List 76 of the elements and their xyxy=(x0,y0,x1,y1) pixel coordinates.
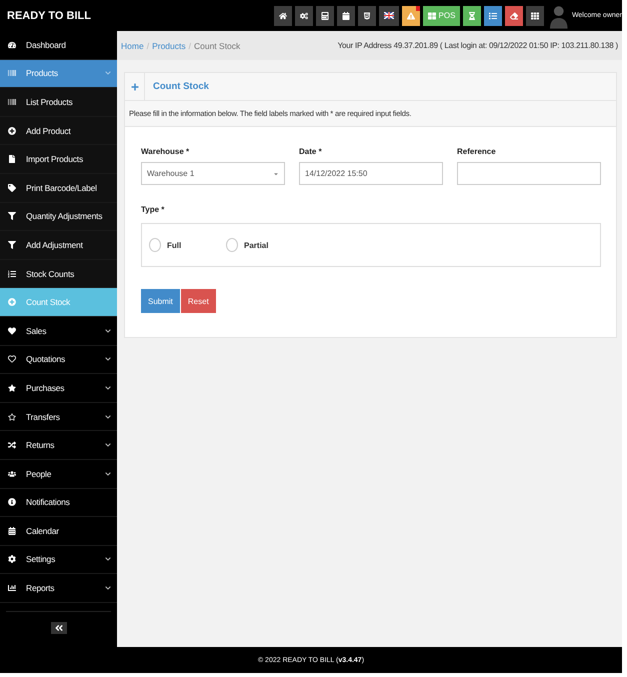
sidebar-item[interactable]: Stock Counts xyxy=(0,260,117,288)
calculator-icon xyxy=(320,12,329,20)
toolbar-button[interactable] xyxy=(484,6,502,26)
sidebar-item[interactable]: Add Product xyxy=(0,116,117,146)
barcode-icon xyxy=(8,69,16,78)
login-info: Your IP Address 49.37.201.89 ( Last login at: 09/12/2022 01:50 IP: 103.211.80.138 ) xyxy=(338,41,618,50)
collapse-icon[interactable] xyxy=(50,622,66,634)
list-icon xyxy=(8,270,16,278)
radio-option[interactable]: Full xyxy=(149,238,226,252)
file-icon xyxy=(8,155,16,164)
barcode-icon xyxy=(8,98,16,106)
hourglass-icon xyxy=(468,12,476,20)
toolbar-button[interactable] xyxy=(526,6,544,26)
users-icon xyxy=(8,470,16,478)
flag-icon xyxy=(384,12,394,19)
toolbar-button[interactable] xyxy=(505,6,524,26)
star-icon xyxy=(8,384,16,392)
toolbar-button[interactable] xyxy=(463,6,482,26)
calendar-icon xyxy=(342,12,350,20)
heart-outline-icon xyxy=(8,355,16,364)
submit-button[interactable]: Submit xyxy=(141,289,180,313)
breadcrumb-separator: / xyxy=(188,40,191,50)
toolbar-button[interactable] xyxy=(358,6,376,26)
radio-icon[interactable] xyxy=(226,238,238,252)
sidebar-item[interactable]: Notifications xyxy=(0,488,117,518)
heart-icon xyxy=(8,326,16,335)
grid-icon xyxy=(428,12,436,20)
field-label: Date * xyxy=(299,147,323,156)
sidebar-item[interactable]: Transfers xyxy=(0,402,117,432)
toolbar-button[interactable] xyxy=(316,6,334,26)
sidebar-item[interactable]: List Products xyxy=(0,88,117,117)
filter-icon xyxy=(8,240,16,249)
panel-title: Count Stock xyxy=(153,81,209,92)
radio-option[interactable]: Partial xyxy=(226,238,303,252)
shuffle-icon xyxy=(8,441,16,450)
eraser-icon xyxy=(510,12,518,20)
reset-button[interactable]: Reset xyxy=(180,289,216,313)
toolbar-button[interactable] xyxy=(274,6,292,26)
notification-badge xyxy=(416,6,420,10)
warehouse-select[interactable]: Warehouse 1 xyxy=(141,162,285,185)
tag-icon xyxy=(8,184,16,192)
sidebar-item[interactable]: Quantity Adjustments xyxy=(0,202,117,232)
input-field[interactable] xyxy=(457,162,601,185)
radio-icon[interactable] xyxy=(149,238,161,252)
sidebar-item[interactable]: Print Barcode/Label xyxy=(0,174,117,203)
sidebar-item[interactable]: Quotations xyxy=(0,346,117,374)
settings-icon xyxy=(8,555,16,564)
list-icon xyxy=(489,12,498,20)
grid-icon xyxy=(531,12,540,20)
sidebar-item[interactable]: Add Adjustment xyxy=(0,231,117,260)
field-label: Reference xyxy=(457,147,497,156)
star-outline-icon xyxy=(8,412,16,421)
field-label: Warehouse * xyxy=(141,147,190,156)
html5-icon xyxy=(362,12,371,20)
breadcrumb-current: Count Stock xyxy=(194,40,240,50)
sidebar-item[interactable]: Products xyxy=(0,60,117,88)
sidebar-item[interactable]: Settings xyxy=(0,546,117,574)
plus-icon xyxy=(130,82,138,90)
bar-chart-icon xyxy=(8,584,16,592)
filter-icon xyxy=(8,212,16,220)
brand-name: READY TO BILL xyxy=(7,10,92,22)
toolbar-button[interactable] xyxy=(378,6,399,26)
info-icon xyxy=(8,498,16,506)
caret-icon xyxy=(273,170,279,176)
toolbar-button[interactable] xyxy=(402,6,420,26)
home-icon xyxy=(278,12,287,20)
input-field[interactable]: 14/12/2022 15:50 xyxy=(299,162,443,185)
sidebar-item[interactable]: Import Products xyxy=(0,145,117,174)
gears-icon xyxy=(300,12,308,20)
toolbar-button[interactable] xyxy=(294,6,313,26)
calendar-icon xyxy=(8,526,16,535)
dashboard-icon xyxy=(8,40,16,49)
breadcrumb-separator: / xyxy=(146,40,150,50)
toolbar-button[interactable] xyxy=(336,6,355,26)
field-label: Type * xyxy=(141,205,164,214)
warning-icon xyxy=(406,12,415,20)
